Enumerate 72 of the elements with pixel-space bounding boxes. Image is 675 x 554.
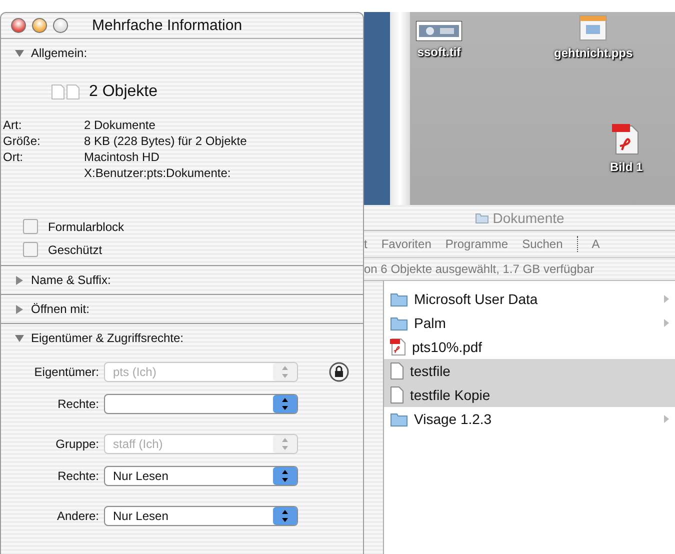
documents-icon [51, 84, 81, 100]
permission-label: Rechte: [56, 469, 99, 483]
folder-icon [474, 212, 489, 224]
disclosure-arrow-icon [664, 415, 669, 423]
permission-label: Gruppe: [54, 437, 99, 451]
close-button[interactable] [11, 18, 26, 33]
popup-arrows-icon [273, 467, 297, 485]
file-row[interactable]: pts10%.pdf [384, 335, 675, 359]
disclosure-arrow-icon [664, 295, 669, 303]
file-row[interactable]: Visage 1.2.3 [384, 407, 675, 431]
toolbar-item[interactable]: Suchen [522, 237, 563, 251]
permission-label: Rechte: [56, 397, 99, 411]
popup-menu[interactable]: Nur Lesen [104, 506, 298, 526]
popup-menu[interactable]: Nur Lesen [104, 466, 298, 486]
file-name: testfile Kopie [410, 387, 492, 403]
scroll-bar[interactable] [390, 12, 410, 207]
document-icon [390, 362, 404, 380]
popup-arrows-icon [273, 507, 297, 525]
checkbox-label: Geschützt [48, 242, 102, 256]
permission-label: Andere: [56, 509, 99, 523]
popup-arrows-icon [273, 395, 297, 413]
checkbox[interactable] [23, 242, 38, 257]
window-title: Dokumente [492, 210, 564, 226]
field-label: Ort: [3, 149, 24, 166]
collapsed-triangle-icon[interactable] [15, 304, 24, 314]
collapsed-triangle-icon[interactable] [15, 276, 24, 284]
file-name: Microsoft User Data [414, 291, 539, 307]
field-label: Größe: [3, 133, 42, 149]
document-icon [390, 386, 404, 404]
file-row[interactable]: Palm [384, 311, 675, 335]
file-row[interactable]: testfile Kopie [384, 383, 675, 407]
zoom-button[interactable] [53, 18, 68, 33]
popup-menu[interactable] [104, 394, 298, 414]
checkbox-label: Formularblock [48, 220, 124, 234]
pdf-file-icon [611, 122, 642, 156]
file-name: pts10%.pdf [412, 339, 484, 355]
file-name: Visage 1.2.3 [414, 411, 493, 427]
presentation-file-icon [578, 14, 608, 42]
popup-arrows-icon [273, 363, 297, 381]
field-value: X:Benutzer:pts:Dokumente: [84, 165, 231, 181]
file-name: Palm [414, 315, 447, 331]
popup-arrows-icon [273, 435, 297, 453]
toolbar-item[interactable]: A [592, 237, 600, 251]
folder-icon [390, 291, 408, 307]
expanded-triangle-icon[interactable] [15, 334, 24, 342]
toolbar-separator [576, 236, 578, 252]
status-text: on 6 Objekte ausgewählt, 1.7 GB verfügbar [364, 262, 594, 276]
toolbar-item[interactable]: Programme [445, 237, 508, 251]
minimize-button[interactable] [32, 18, 47, 33]
pdf-file-icon [390, 338, 406, 356]
field-label: Art: [3, 117, 23, 133]
disclosure-arrow-icon [664, 319, 669, 327]
permission-label: Eigentümer: [33, 365, 99, 379]
folder-icon [390, 315, 408, 331]
expanded-triangle-icon[interactable] [15, 48, 24, 58]
locked-padlock-icon[interactable] [329, 362, 349, 382]
section-label[interactable]: Eigentümer & Zugriffsrechte: [31, 331, 184, 345]
file-row[interactable]: Microsoft User Data [384, 287, 675, 311]
section-label[interactable]: Allgemein: [31, 46, 88, 60]
section-label[interactable]: Name & Suffix: [31, 273, 111, 287]
file-name: testfile [410, 363, 452, 379]
window-title: Mehrfache Information [92, 17, 242, 34]
folder-icon [390, 411, 408, 427]
section-label[interactable]: Öffnen mit: [31, 302, 90, 316]
toolbar-item[interactable]: Favoriten [381, 237, 432, 251]
checkbox[interactable] [23, 219, 38, 234]
field-value: 8 KB (228 Bytes) für 2 Objekte [84, 133, 247, 149]
file-row[interactable]: testfile [384, 359, 675, 383]
field-value: Macintosh HD [84, 149, 160, 165]
field-value: 2 Dokumente [84, 117, 156, 133]
summary-text: 2 Objekte [89, 83, 158, 101]
toolbar-item[interactable]: t [364, 237, 368, 251]
